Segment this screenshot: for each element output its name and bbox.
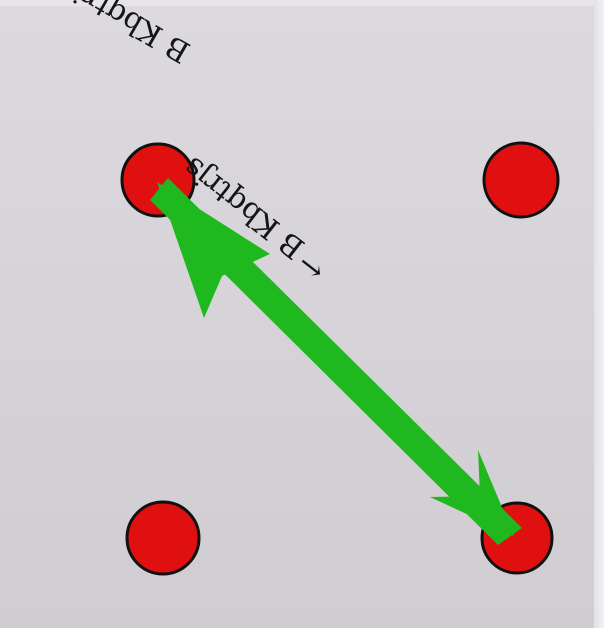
double-arrow — [150, 178, 522, 545]
label-upper: B Kbqtrjs — [54, 0, 196, 69]
diagram: B Kbqtrjs B Kbqtrjs → — [54, 0, 560, 576]
dot-top-right[interactable] — [482, 141, 560, 219]
canvas: B Kbqtrjs B Kbqtrjs → — [0, 0, 604, 628]
dot-bottom-left[interactable] — [125, 500, 201, 576]
